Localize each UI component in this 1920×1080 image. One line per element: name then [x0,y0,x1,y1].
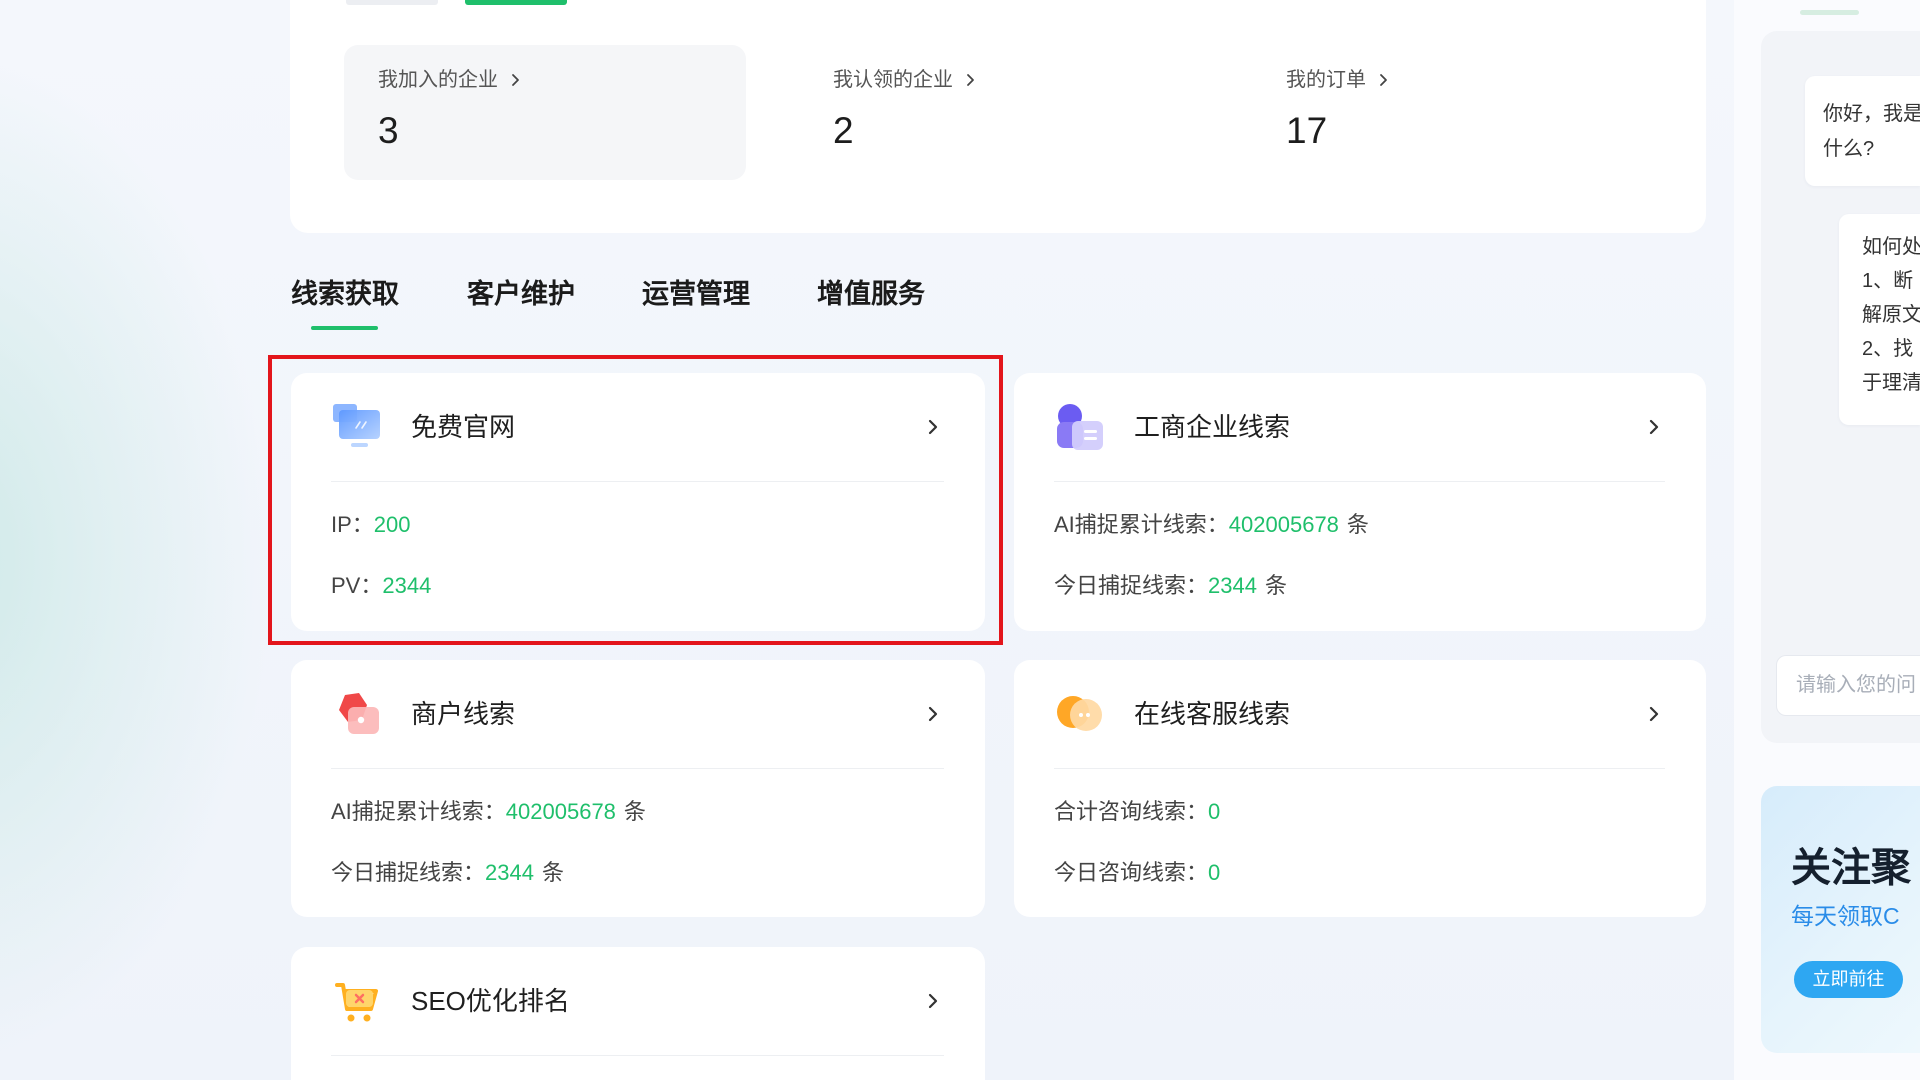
tab-operations-management[interactable]: 运营管理 [642,277,750,311]
chat-bubbles-icon [1054,689,1106,739]
message-line: 1、断 [1862,270,1914,292]
top-tab-stub-active[interactable] [465,0,567,5]
top-tab-stub[interactable] [346,0,438,5]
stat-value: 0 [1208,860,1221,885]
card-merchant-leads[interactable]: 商户线索 AI捕捉累计线索：402005678 条 今日捕捉线索：2344 条 [291,660,985,917]
divider [1054,481,1665,482]
chevron-right-icon[interactable] [1646,705,1662,723]
enterprise-icon [1054,402,1106,452]
stat-row: AI捕捉累计线索：402005678 条 [1054,510,1369,540]
stat-value: 200 [373,512,411,537]
stat-label: AI捕捉累计线索： [1054,512,1229,537]
card-seo-ranking[interactable]: SEO优化排名 [291,947,985,1080]
promo-title: 关注聚 [1791,846,1911,890]
stat-unit: 条 [1346,512,1369,537]
merchant-tag-icon [331,689,383,739]
stat-joined-enterprises[interactable]: 我加入的企业 3 [344,45,746,180]
card-title: SEO优化排名 [411,986,570,1016]
stat-label: 合计咨询线索： [1054,799,1209,824]
panel-tab-indicator [1800,10,1859,15]
message-line: 如何处 [1862,236,1920,258]
stat-label-row: 我认领的企业 [833,68,975,92]
stat-value: 2 [833,110,854,151]
divider [331,768,944,769]
card-title: 商户线索 [411,699,516,729]
stat-row: AI捕捉累计线索：402005678 条 [331,797,646,827]
chevron-right-icon[interactable] [925,418,941,436]
card-enterprise-leads[interactable]: 工商企业线索 AI捕捉累计线索：402005678 条 今日捕捉线索：2344 条 [1014,373,1706,631]
stat-row: 合计咨询线索：0 [1054,797,1220,827]
stat-label: 我认领的企业 [833,69,953,91]
stat-value: 402005678 [505,799,616,824]
divider [331,1055,944,1056]
stat-row: IP：200 [331,510,411,540]
stat-label-row: 我的订单 [1286,68,1388,92]
promo-subtitle: 每天领取C [1791,903,1900,929]
stat-value: 402005678 [1228,512,1339,537]
stat-value: 17 [1286,110,1328,151]
stat-label: 今日捕捉线索： [331,860,486,885]
stat-unit: 条 [1264,573,1287,598]
stat-label: 今日咨询线索： [1054,860,1209,885]
stat-row: PV：2344 [331,571,431,601]
card-title: 工商企业线索 [1134,412,1291,442]
message-line: 什么? [1823,138,1875,160]
card-title: 在线客服线索 [1134,699,1291,729]
stat-row: 今日咨询线索：0 [1054,858,1220,888]
stat-row: 今日捕捉线索：2344 条 [1054,571,1287,601]
stat-claimed-enterprises[interactable]: 我认领的企业 2 [799,45,1201,180]
promo-go-button[interactable]: 立即前往 [1794,961,1903,998]
stat-label: PV： [331,573,383,598]
tab-lead-acquisition[interactable]: 线索获取 [291,277,399,311]
message-line: 2、找 [1862,338,1914,360]
stat-label: AI捕捉累计线索： [331,799,506,824]
stat-unit: 条 [623,799,646,824]
message-line: 你好，我是 [1823,103,1920,125]
divider [1054,768,1665,769]
message-line: 于理清 [1862,372,1920,394]
stat-value: 2344 [382,573,432,598]
stat-label: 我加入的企业 [378,69,498,91]
stat-value: 2344 [1208,573,1257,598]
chevron-right-icon [510,73,520,87]
shopping-cart-icon [331,976,383,1026]
chat-input[interactable] [1776,655,1920,716]
stat-value: 0 [1208,799,1221,824]
message-line: 解原文 [1862,304,1920,326]
active-tab-indicator [311,326,378,330]
stat-label-row: 我加入的企业 [378,68,520,92]
card-free-website[interactable]: 免费官网 IP：200 PV：2344 [291,373,985,631]
divider [331,481,944,482]
monitor-icon [331,402,383,452]
stat-label: 我的订单 [1286,69,1366,91]
stat-label: IP： [331,512,374,537]
chevron-right-icon[interactable] [925,705,941,723]
tab-customer-maintenance[interactable]: 客户维护 [467,277,575,311]
stat-label: 今日捕捉线索： [1054,573,1209,598]
stat-my-orders[interactable]: 我的订单 17 [1252,45,1654,180]
chevron-right-icon[interactable] [1646,418,1662,436]
stat-value: 2344 [485,860,534,885]
chat-message-assistant: 你好，我是 什么? [1805,76,1920,186]
chevron-right-icon [1378,73,1388,87]
chevron-right-icon[interactable] [925,992,941,1010]
card-online-service-leads[interactable]: 在线客服线索 合计咨询线索：0 今日咨询线索：0 [1014,660,1706,917]
chevron-right-icon [965,73,975,87]
stat-value: 3 [378,110,399,151]
chat-message-suggestion[interactable]: 如何处 1、断 解原文 2、找 于理清 [1839,214,1920,425]
tab-value-added-services[interactable]: 增值服务 [817,277,925,311]
card-title: 免费官网 [411,412,516,442]
stat-unit: 条 [541,860,564,885]
stat-row: 今日捕捉线索：2344 条 [331,858,564,888]
